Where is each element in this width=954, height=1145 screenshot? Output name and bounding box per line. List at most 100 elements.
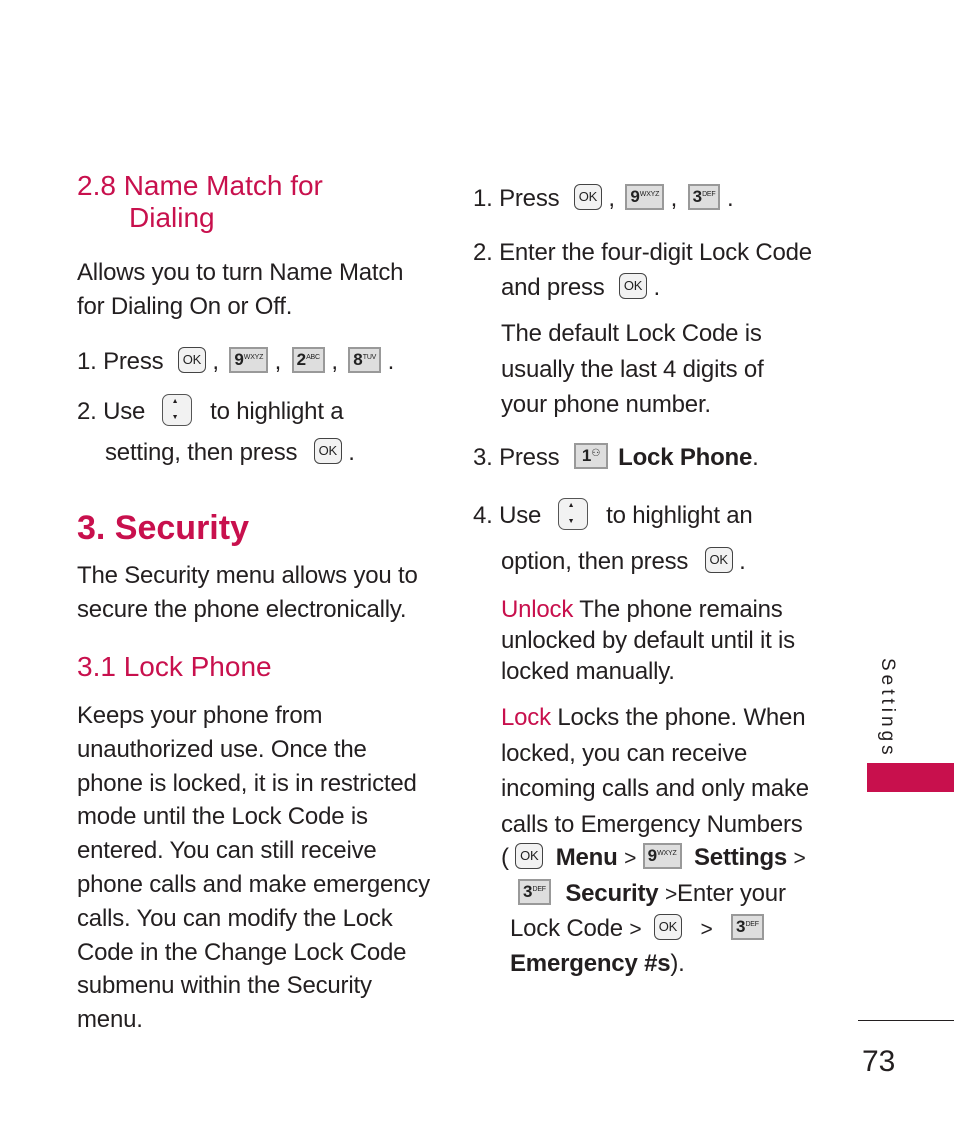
ok-key-icon: OK xyxy=(515,842,544,869)
step-text: 1. Press xyxy=(473,185,560,212)
key-9-icon: 9WXYZ xyxy=(229,346,269,373)
text-line: Allows you to turn Name Match xyxy=(77,259,404,286)
paren: ( xyxy=(501,844,509,871)
key-digit: 9 xyxy=(630,186,640,206)
key-digit: 9 xyxy=(234,349,244,369)
step-text: 1. Press xyxy=(77,348,164,375)
key-9-icon: 9WXYZ xyxy=(642,842,682,869)
step-text: 4. Use xyxy=(473,502,542,529)
step-text: and press xyxy=(501,274,605,301)
voicemail-glyph: ⚇ xyxy=(591,447,601,459)
text-line: locked, you can receive xyxy=(501,739,748,767)
unlock-option: Unlock The phone remains unlocked by def… xyxy=(501,594,795,687)
key-letters: ABC xyxy=(306,353,320,361)
path-emergency: Emergency #s xyxy=(510,950,671,977)
text-line: submenu within the Security xyxy=(77,972,372,1000)
key-digit: 3 xyxy=(692,186,703,206)
paren: ). xyxy=(670,950,685,977)
lock-step-4: 4. Use to highlight an xyxy=(473,497,753,533)
path-separator: > xyxy=(629,918,642,941)
menu-path-line-3: Lock Code > OK > 3DEF xyxy=(510,912,764,947)
step-text: to highlight an xyxy=(606,502,753,529)
text-line: usually the last 4 digits of xyxy=(501,355,764,383)
path-separator: > xyxy=(624,847,637,870)
text-line: your phone number. xyxy=(501,391,711,418)
ok-key-icon: OK xyxy=(177,346,206,373)
key-1-icon: 1⚇ xyxy=(573,442,609,469)
section-tab-label: Settings xyxy=(877,658,898,759)
text-line: secure the phone electronically. xyxy=(77,596,407,623)
key-digit: 1 xyxy=(581,445,592,465)
section-3-title: 3. Security xyxy=(77,509,249,547)
key-3-icon: 3DEF xyxy=(730,913,764,940)
key-2-icon: 2ABC xyxy=(291,346,325,373)
path-separator: > xyxy=(793,847,806,870)
lock-step-2: 2. Enter the four-digit Lock Code xyxy=(473,236,812,270)
key-digit: 3 xyxy=(735,916,746,936)
menu-path-line-2: 3DEF Security >Enter your xyxy=(518,877,786,912)
key-letters: TUV xyxy=(362,353,377,361)
text-line: The Security menu allows you to xyxy=(77,562,418,589)
text-line: Keeps your phone from xyxy=(77,702,323,729)
key-letters: WXYZ xyxy=(243,353,264,361)
step-text: setting, then press xyxy=(105,439,298,466)
lock-step-4-continued: option, then press OK . xyxy=(501,546,746,575)
text-line: for Dialing On or Off. xyxy=(77,293,293,320)
footer-rule xyxy=(858,1020,954,1021)
key-digit: 9 xyxy=(647,845,658,865)
ok-key-icon: OK xyxy=(619,272,648,299)
step-2-continued: setting, then press OK . xyxy=(105,437,355,466)
path-security: Security xyxy=(565,880,659,907)
section-3-1-body: Keeps your phone from unauthorized use. … xyxy=(77,699,430,1037)
text-line: 2. Enter the four-digit Lock Code xyxy=(473,239,812,266)
menu-path-line-1: ( OK Menu > 9WXYZ Settings > xyxy=(501,841,806,876)
option-term: Lock xyxy=(501,704,551,731)
step-text: to highlight a xyxy=(210,398,344,425)
key-letters: WXYZ xyxy=(639,190,660,198)
text: Lock Code xyxy=(510,915,623,942)
key-digit: 2 xyxy=(296,349,307,369)
key-digit: 3 xyxy=(523,881,533,901)
step-text: 3. Press xyxy=(473,444,560,471)
key-digit: 8 xyxy=(353,349,363,369)
step-1: 1. Press OK , 9WXYZ , 2ABC , 8TUV . xyxy=(77,346,395,375)
page-number: 73 xyxy=(862,1045,896,1078)
section-3-description: The Security menu allows you to secure t… xyxy=(77,559,418,627)
lock-option: Lock Locks the phone. When locked, you c… xyxy=(501,700,809,842)
text-line: The phone remains xyxy=(579,596,783,623)
step-text: option, then press xyxy=(501,548,689,575)
text-line: Locks the phone. When xyxy=(557,704,806,731)
lock-step-1: 1. Press OK , 9WXYZ , 3DEF . xyxy=(473,183,734,212)
key-letters: DEF xyxy=(702,190,716,198)
text-line: incoming calls and only make xyxy=(501,775,809,802)
ok-key-icon: OK xyxy=(653,913,682,940)
ok-key-icon: OK xyxy=(704,546,733,573)
text-line: locked manually. xyxy=(501,658,675,685)
step-2: 2. Use to highlight a xyxy=(77,393,344,429)
key-9-icon: 9WXYZ xyxy=(625,183,665,210)
lock-step-2-continued: and press OK . xyxy=(501,272,661,301)
navigation-key-icon xyxy=(557,497,588,530)
key-letters: DEF xyxy=(532,885,546,893)
key-8-icon: 8TUV xyxy=(348,346,382,373)
text-line: menu. xyxy=(77,1006,143,1034)
menu-path-line-4: Emergency #s). xyxy=(510,947,685,981)
section-2-8-title: 2.8 Name Match for Dialing xyxy=(77,170,323,234)
key-3-icon: 3DEF xyxy=(687,183,721,210)
text-line: unauthorized use. Once the xyxy=(77,735,367,763)
section-3-1-title: 3.1 Lock Phone xyxy=(77,651,272,682)
text-line: unlocked by default until it is xyxy=(501,627,795,654)
path-menu: Menu xyxy=(555,844,618,871)
ok-key-icon: OK xyxy=(573,183,602,210)
text: Enter your xyxy=(677,880,786,907)
path-separator: > xyxy=(664,883,678,906)
text-line: entered. You can still receive xyxy=(77,837,377,865)
section-title-line: 2.8 Name Match for xyxy=(77,170,323,201)
path-settings: Settings xyxy=(693,844,788,871)
section-2-8-description: Allows you to turn Name Match for Dialin… xyxy=(77,256,404,324)
text-line: phone calls and make emergency xyxy=(77,870,430,898)
path-separator: > xyxy=(700,918,713,941)
navigation-key-icon xyxy=(161,393,192,426)
key-3-icon: 3DEF xyxy=(518,878,551,905)
text-line: phone is locked, it is in restricted xyxy=(77,769,417,797)
